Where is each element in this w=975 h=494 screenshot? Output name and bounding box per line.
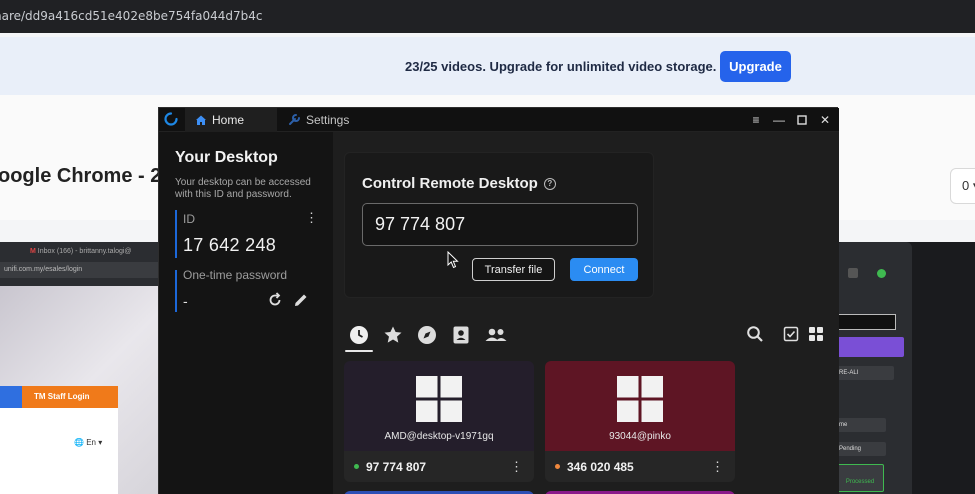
processed-badge: Processed — [836, 464, 884, 492]
count-box[interactable]: 0 ▾ — [950, 168, 975, 204]
peer-id: 97 774 807 — [366, 460, 427, 474]
online-status-dot — [354, 464, 359, 469]
maximize-icon[interactable] — [794, 112, 810, 128]
tab-home[interactable]: Home — [185, 108, 277, 132]
tab-address-book[interactable] — [448, 322, 474, 348]
app-logo-icon — [164, 112, 178, 126]
close-icon[interactable]: ✕ — [817, 112, 833, 128]
control-remote-title-text: Control Remote Desktop — [362, 175, 538, 192]
password-field-accent — [175, 270, 177, 312]
home-icon — [196, 115, 206, 125]
select-checkbox-icon[interactable] — [782, 325, 800, 343]
connect-button[interactable]: Connect — [570, 258, 638, 281]
peer-footer: 97 774 807 ⋮ — [344, 451, 534, 482]
banner-text: 23/25 videos. Upgrade for unlimited vide… — [405, 59, 717, 74]
help-icon[interactable]: ? — [543, 177, 556, 190]
peer-id: 346 020 485 — [567, 460, 634, 474]
purple-bar — [836, 337, 904, 357]
remote-id-input[interactable] — [362, 203, 638, 246]
favorites-icon — [384, 326, 402, 343]
status-dot — [555, 464, 560, 469]
minimize-icon[interactable]: — — [771, 112, 787, 128]
peer-hostname: 93044@pinko — [609, 431, 671, 442]
tab-settings[interactable]: Settings — [283, 108, 349, 132]
edit-pencil-icon[interactable] — [292, 291, 310, 309]
peer-thumbnail: 93044@pinko — [545, 361, 735, 451]
status-dot — [877, 269, 886, 278]
tab-groups[interactable] — [483, 322, 509, 348]
recent-icon — [350, 326, 368, 344]
right-app-item: RE-ALI — [836, 366, 894, 380]
url-text: hare/dd9a416cd51e402e8be754fa044d7b4c — [0, 9, 263, 23]
input-box — [836, 314, 896, 330]
address-book-icon — [453, 326, 469, 344]
count-box-text: 0 — [962, 178, 970, 193]
refresh-icon[interactable] — [266, 291, 284, 309]
control-remote-card: Control Remote Desktop ? Transfer file C… — [344, 152, 654, 298]
windows-icon — [617, 376, 663, 422]
menu-icon[interactable]: ≡ — [748, 112, 764, 128]
id-field-accent — [175, 210, 177, 258]
peer-more-icon[interactable]: ⋮ — [711, 459, 724, 475]
right-app-preview: RE-ALI me Pending Processed — [836, 242, 912, 494]
your-desktop-description: Your desktop can be accessed with this I… — [175, 177, 311, 200]
control-remote-title: Control Remote Desktop ? — [362, 175, 556, 192]
app-icon — [848, 268, 858, 278]
peer-card[interactable]: AMD@desktop-v1971gq 97 774 807 ⋮ — [344, 361, 534, 482]
page-title: oogle Chrome - 2 — [0, 165, 162, 187]
tab-home-label: Home — [212, 113, 245, 127]
password-value[interactable]: - — [183, 293, 188, 309]
search-icon[interactable] — [746, 325, 764, 343]
id-more-icon[interactable]: ⋮ — [305, 211, 318, 224]
id-value[interactable]: 17 642 248 — [183, 235, 276, 256]
upgrade-button[interactable]: Upgrade — [720, 51, 791, 82]
wrench-icon — [289, 114, 300, 125]
tab-recent[interactable] — [346, 322, 372, 348]
grid-view-icon[interactable] — [807, 325, 825, 343]
login-tab-staff: TM Staff Login — [22, 386, 118, 408]
active-tab-indicator — [345, 350, 373, 352]
windows-icon — [416, 376, 462, 422]
peer-more-icon[interactable]: ⋮ — [510, 459, 523, 475]
group-icon — [485, 328, 507, 341]
peer-hostname: AMD@desktop-v1971gq — [384, 431, 494, 442]
peer-footer: 346 020 485 ⋮ — [545, 451, 735, 482]
your-desktop-title: Your Desktop — [175, 149, 278, 166]
mouse-cursor-icon — [447, 251, 459, 269]
language-selector: 🌐 En ▾ — [74, 438, 103, 447]
peer-thumbnail: AMD@desktop-v1971gq — [344, 361, 534, 451]
password-label: One-time password — [183, 268, 288, 282]
left-browser-preview: M Inbox (166) - brittanny.talogi@ unifi.… — [0, 242, 160, 494]
browser-address-bar[interactable]: hare/dd9a416cd51e402e8be754fa044d7b4c — [0, 0, 975, 33]
browser-url: unifi.com.my/esales/login — [0, 262, 160, 278]
login-tab-blue — [0, 386, 22, 408]
your-desktop-panel: Your Desktop Your desktop can be accesse… — [159, 132, 331, 494]
discovered-icon — [418, 326, 436, 344]
remote-desktop-window: Home Settings ≡ — ✕ Your Desktop Your de… — [158, 107, 839, 494]
tab-discovered[interactable] — [414, 322, 440, 348]
title-bar: Home Settings ≡ — ✕ — [159, 108, 839, 132]
peer-card[interactable]: 93044@pinko 346 020 485 ⋮ — [545, 361, 735, 482]
id-label: ID — [183, 212, 195, 226]
right-app-item: Pending — [836, 442, 886, 456]
right-app-item: me — [836, 418, 886, 432]
main-panel: Control Remote Desktop ? Transfer file C… — [333, 132, 839, 494]
tab-favorites[interactable] — [380, 322, 406, 348]
transfer-file-button[interactable]: Transfer file — [472, 258, 555, 281]
tab-settings-label: Settings — [306, 113, 350, 127]
browser-tab-label: M Inbox (166) - brittanny.talogi@ — [30, 248, 132, 255]
